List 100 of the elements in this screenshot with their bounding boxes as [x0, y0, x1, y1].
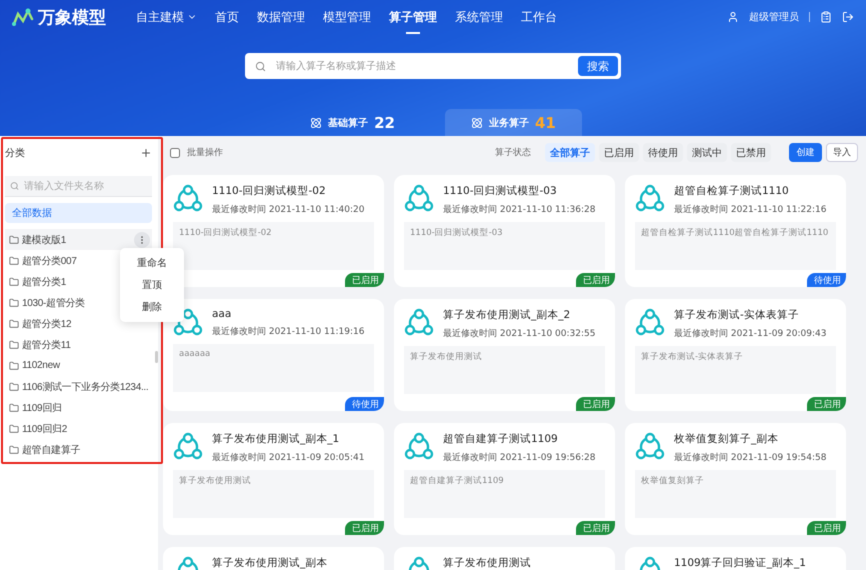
network-icon: [173, 432, 203, 460]
card-description: 枚举值复刻算子: [635, 470, 836, 518]
panel-title: 分类: [5, 146, 25, 160]
folder-search-field[interactable]: 请输入文件夹名称: [22, 180, 147, 192]
folder-name: 1109回归2: [22, 422, 67, 436]
nav-item[interactable]: 工作台: [521, 0, 557, 35]
user-icon[interactable]: [727, 11, 739, 23]
modified-time: 最近修改时间 2021-11-10 11:36:28: [443, 204, 596, 216]
all-data-item[interactable]: 全部数据: [5, 203, 152, 223]
status-badge: 待使用: [345, 397, 384, 411]
modified-time: 最近修改时间 2021-11-10 11:19:16: [212, 326, 364, 338]
search-button[interactable]: 搜索: [578, 56, 618, 76]
folder-name: 超管分类007: [22, 254, 77, 268]
nav-item[interactable]: 算子管理: [389, 0, 437, 35]
folder-icon: [9, 402, 19, 412]
network-icon: [635, 184, 665, 212]
status-filter[interactable]: 已禁用: [731, 143, 771, 162]
folder-item[interactable]: 超管分类11: [5, 334, 152, 355]
status-filter[interactable]: 测试中: [687, 143, 727, 162]
folder-name: 超管分类11: [22, 338, 71, 352]
card-title: 超管自检算子测试1110: [674, 184, 790, 198]
network-icon: [173, 184, 203, 212]
logo-text: 万象模型: [38, 6, 106, 28]
stat-label: 基础算子: [328, 116, 368, 130]
operator-card[interactable]: 1110-回归测试模型-03 最近修改时间 2021-11-10 11:36:28 1110-回归测试模型-03 已启用: [394, 175, 615, 287]
folder-item[interactable]: 超管自建算子: [5, 439, 152, 460]
clipboard-icon[interactable]: [820, 11, 832, 23]
status-badge: 已启用: [345, 521, 384, 535]
batch-label: 批量操作: [187, 146, 223, 159]
folder-icon: [9, 424, 19, 434]
status-filter[interactable]: 全部算子: [545, 143, 595, 162]
operator-card[interactable]: aaa 最近修改时间 2021-11-10 11:19:16 aaaaaa 待使用: [163, 299, 384, 411]
folder-search-bar[interactable]: 请输入文件夹名称: [5, 176, 152, 197]
card-description: aaaaaa: [173, 344, 374, 392]
folder-icon: [9, 298, 19, 308]
folder-icon: [9, 382, 19, 392]
card-title: 算子发布使用测试: [443, 556, 531, 570]
network-icon: [404, 308, 434, 336]
operator-card[interactable]: 算子发布使用测试_副本_2 最近修改时间 2021-11-10 00:32:55 算子发布使用测试 已启用: [394, 299, 615, 411]
folder-icon: [9, 318, 19, 328]
card-title: 1110-回归测试模型-02: [212, 184, 327, 198]
folder-icon: [9, 234, 19, 244]
create-button[interactable]: 创建: [789, 143, 822, 162]
network-icon: [635, 308, 665, 336]
folder-icon: [9, 444, 19, 454]
folder-icon: [9, 360, 19, 370]
scrollbar-thumb[interactable]: [155, 351, 158, 363]
status-badge: 待使用: [807, 273, 846, 287]
logout-icon[interactable]: [842, 11, 854, 23]
status-badge: 已启用: [576, 521, 615, 535]
status-filter[interactable]: 待使用: [643, 143, 683, 162]
stat-tab[interactable]: 业务算子 41: [445, 109, 582, 136]
card-title: 算子发布使用测试_副本_1: [212, 432, 340, 446]
operator-card[interactable]: 枚举值复刻算子_副本 最近修改时间 2021-11-09 19:54:58 枚举值复刻算子 已启用: [625, 423, 846, 535]
stat-tab[interactable]: 基础算子 22: [284, 109, 421, 136]
folder-name: 超管自建算子: [22, 444, 80, 456]
operator-card[interactable]: 超管自检算子测试1110 最近修改时间 2021-11-10 11:22:16 超管自检算子测试1110超管自检算子测试1110 待使用: [625, 175, 846, 287]
folder-name: 超管分类12: [22, 318, 72, 330]
operator-card[interactable]: 1109算子回归验证_副本_1: [625, 547, 846, 570]
modified-time: 最近修改时间 2021-11-10 11:40:20: [212, 204, 364, 216]
card-description: 1110-回归测试模型-03: [404, 222, 605, 270]
stat-label: 业务算子: [489, 116, 529, 130]
card-title: 算子发布测试-实体表算子: [674, 308, 800, 322]
status-badge: 已启用: [576, 397, 615, 411]
card-title: 枚举值复刻算子_副本: [674, 432, 780, 446]
operator-card[interactable]: 算子发布使用测试_副本: [163, 547, 384, 570]
folder-icon: [9, 276, 19, 286]
nav-item[interactable]: 首页: [215, 0, 239, 35]
folder-item[interactable]: 1109回归2: [5, 418, 152, 439]
folder-item[interactable]: 1102new: [5, 355, 152, 376]
modified-time: 最近修改时间 2021-11-09 19:54:58: [674, 452, 826, 464]
logo-icon: [12, 7, 34, 27]
user-name[interactable]: 超级管理员: [749, 10, 799, 24]
nav-item[interactable]: 系统管理: [455, 0, 503, 35]
add-icon[interactable]: [140, 147, 152, 159]
import-button[interactable]: 导入: [826, 143, 858, 162]
folder-item[interactable]: 1109回归: [5, 397, 152, 418]
operator-card[interactable]: 算子发布测试-实体表算子 最近修改时间 2021-11-09 20:09:43 算子发布测试-实体表算子 已启用: [625, 299, 846, 411]
operator-card[interactable]: 算子发布使用测试: [394, 547, 615, 570]
card-title: 算子发布使用测试_副本_2: [443, 308, 572, 322]
card-title: 1109算子回归验证_副本_1: [674, 556, 806, 570]
status-badge: 已启用: [576, 273, 615, 287]
more-button[interactable]: [134, 232, 150, 248]
nav-item[interactable]: 数据管理: [257, 0, 305, 35]
nav-item[interactable]: 自主建模: [136, 0, 197, 35]
operator-card[interactable]: 算子发布使用测试_副本_1 最近修改时间 2021-11-09 20:05:41 算子发布使用测试 已启用: [163, 423, 384, 535]
network-icon: [404, 432, 434, 460]
folder-item[interactable]: 1106测试一下业务分类1234...: [5, 376, 152, 397]
card-title: 1110-回归测试模型-03: [443, 184, 558, 198]
search-bar[interactable]: 请输入算子名称或算子描述 搜索: [245, 53, 621, 79]
operator-card[interactable]: 超管自建算子测试1109 最近修改时间 2021-11-09 19:56:28 超管自建算子测试1109 已启用: [394, 423, 615, 535]
card-title: 算子发布使用测试_副本: [212, 556, 328, 570]
card-description: 1110-回归测试模型-02: [173, 222, 374, 270]
network-icon: [635, 432, 665, 460]
nav-item[interactable]: 模型管理: [323, 0, 371, 35]
modified-time: 最近修改时间 2021-11-10 11:22:16: [674, 204, 826, 216]
status-filter[interactable]: 已启用: [599, 143, 639, 162]
folder-name: 1030-超管分类: [22, 296, 85, 310]
folder-item[interactable]: 建模改版1: [5, 229, 152, 250]
batch-checkbox[interactable]: [170, 148, 180, 158]
